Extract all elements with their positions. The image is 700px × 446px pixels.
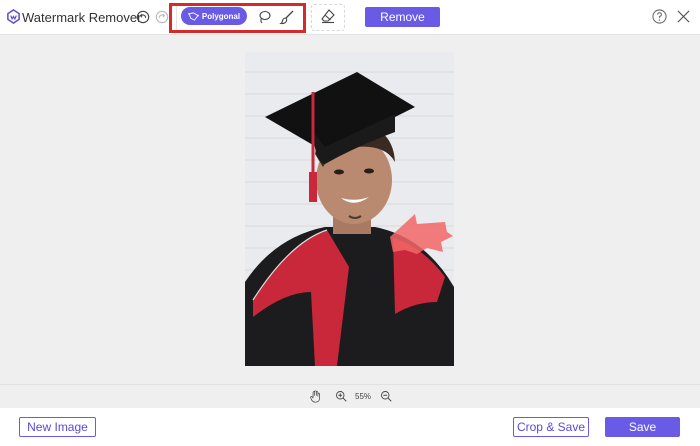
hand-icon[interactable] bbox=[309, 390, 322, 403]
tools-highlight-frame bbox=[169, 3, 306, 33]
close-icon[interactable] bbox=[676, 9, 691, 24]
top-bar: Watermark Remover Polygonal Remove bbox=[0, 0, 700, 35]
zoom-out-icon[interactable] bbox=[380, 390, 392, 402]
zoom-bar: 55% bbox=[0, 384, 700, 408]
remove-button[interactable]: Remove bbox=[365, 7, 440, 27]
undo-icon[interactable] bbox=[136, 10, 150, 24]
zoom-in-icon[interactable] bbox=[335, 390, 347, 402]
zoom-level: 55% bbox=[355, 392, 372, 401]
help-icon[interactable] bbox=[652, 9, 667, 24]
footer-bar: New Image Crop & Save Save bbox=[0, 408, 700, 446]
save-button[interactable]: Save bbox=[605, 417, 680, 437]
photo-illustration bbox=[245, 52, 454, 366]
app-title: Watermark Remover bbox=[22, 10, 142, 25]
redo-icon[interactable] bbox=[155, 10, 169, 24]
crop-and-save-button[interactable]: Crop & Save bbox=[513, 417, 589, 437]
app-logo-icon bbox=[7, 9, 20, 24]
new-image-button[interactable]: New Image bbox=[19, 417, 96, 437]
eraser-icon[interactable] bbox=[320, 8, 336, 24]
canvas-workspace[interactable] bbox=[0, 35, 700, 384]
graduation-photo[interactable] bbox=[245, 52, 454, 366]
